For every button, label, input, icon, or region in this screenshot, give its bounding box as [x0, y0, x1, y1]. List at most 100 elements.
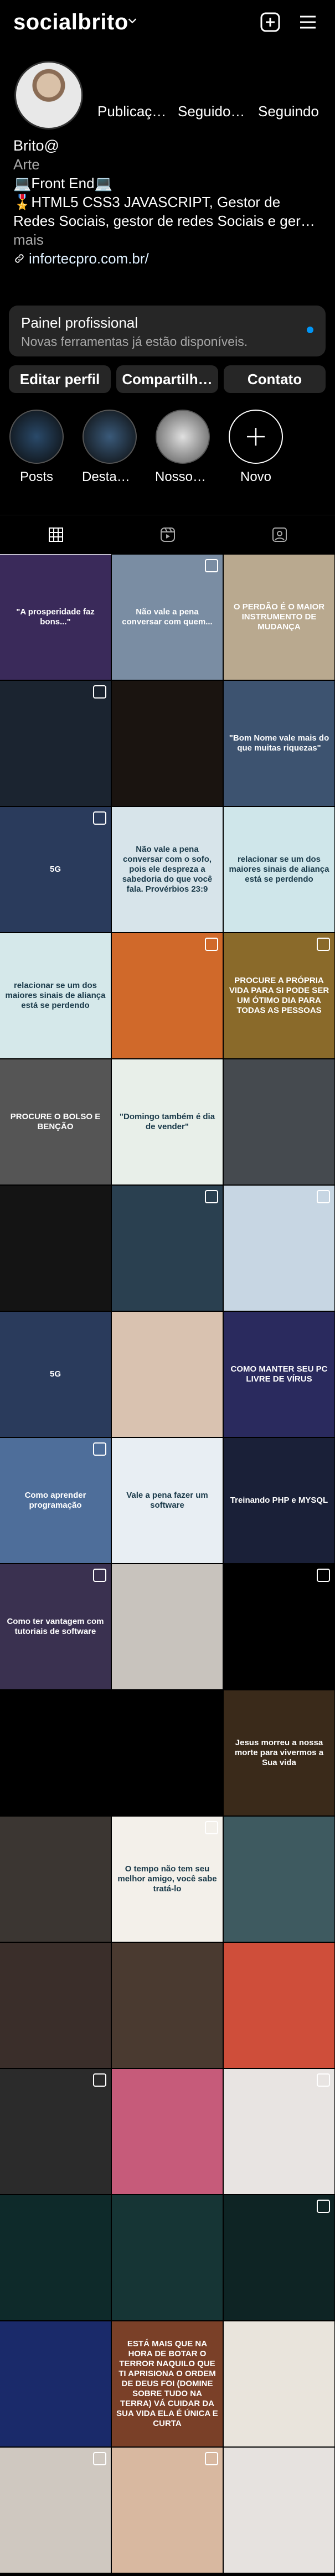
bio-line: 💻Front End💻: [13, 175, 112, 192]
post-thumbnail[interactable]: relacionar se um dos maiores sinais de a…: [224, 807, 334, 932]
account-username[interactable]: socialbrito: [13, 10, 128, 35]
post-thumbnail[interactable]: [112, 1312, 223, 1437]
post-thumbnail[interactable]: [112, 1186, 223, 1311]
tab-grid[interactable]: [0, 515, 111, 555]
post-thumbnail[interactable]: [224, 1943, 334, 2068]
carousel-icon: [93, 2452, 106, 2465]
post-thumbnail[interactable]: [0, 1186, 111, 1311]
carousel-icon: [317, 1190, 330, 1203]
post-thumbnail[interactable]: [112, 2448, 223, 2573]
post-thumbnail[interactable]: 5G: [0, 1312, 111, 1437]
post-thumbnail[interactable]: 5G: [0, 807, 111, 932]
post-thumbnail[interactable]: PROCURE A PRÓPRIA VIDA PARA SI PODE SER …: [224, 933, 334, 1058]
post-thumbnail[interactable]: [0, 1690, 111, 1815]
post-thumbnail[interactable]: [224, 2195, 334, 2320]
contact-button[interactable]: Contato: [224, 365, 326, 393]
post-thumbnail[interactable]: [224, 1186, 334, 1311]
highlight-destaques[interactable]: Destaques: [82, 410, 137, 485]
stat-followers[interactable]: Seguidor…: [178, 103, 250, 120]
post-caption-overlay: "Domingo também é dia de vender": [119, 1112, 215, 1131]
post-thumbnail[interactable]: [112, 933, 223, 1058]
post-thumbnail[interactable]: O PERDÃO É O MAIOR INSTRUMENTO DE MUDANÇ…: [224, 555, 334, 680]
post-thumbnail[interactable]: [0, 681, 111, 806]
carousel-icon: [317, 2073, 330, 2087]
post-thumbnail[interactable]: "A prosperidade faz bons...": [0, 555, 111, 680]
post-thumbnail[interactable]: [0, 2321, 111, 2446]
post-thumbnail[interactable]: Jesus morreu a nossa morte para vivermos…: [224, 1690, 334, 1815]
post-thumbnail[interactable]: Não vale a pena conversar com quem...: [112, 555, 223, 680]
chevron-down-icon[interactable]: [126, 14, 138, 27]
post-thumbnail[interactable]: Como aprender programação: [0, 1438, 111, 1563]
carousel-icon: [205, 1821, 218, 1834]
top-bar: socialbrito: [0, 0, 335, 51]
post-thumbnail[interactable]: [112, 2195, 223, 2320]
post-thumbnail[interactable]: [0, 2069, 111, 2194]
post-thumbnail[interactable]: O tempo não tem seu melhor amigo, você s…: [112, 1817, 223, 1942]
post-thumbnail[interactable]: [112, 1564, 223, 1689]
highlight-thumbnail: [83, 410, 137, 464]
post-thumbnail[interactable]: [0, 1817, 111, 1942]
post-thumbnail[interactable]: [0, 1943, 111, 2068]
highlight-posts[interactable]: Posts: [9, 410, 64, 485]
post-thumbnail[interactable]: COMO MANTER SEU PC LIVRE DE VÍRUS: [224, 1312, 334, 1437]
tab-reels[interactable]: [112, 515, 223, 554]
post-thumbnail[interactable]: [112, 2069, 223, 2194]
carousel-icon: [205, 559, 218, 572]
stat-following[interactable]: Seguindo: [258, 103, 330, 120]
create-post-icon[interactable]: [259, 11, 281, 33]
post-thumbnail[interactable]: [224, 2321, 334, 2446]
share-profile-button[interactable]: Compartilh…: [116, 365, 218, 393]
carousel-icon: [93, 685, 106, 699]
stat-posts[interactable]: Publicaç…: [97, 103, 169, 120]
post-thumbnail[interactable]: [224, 2069, 334, 2194]
post-thumbnail[interactable]: [112, 681, 223, 806]
post-caption-overlay: PROCURE A PRÓPRIA VIDA PARA SI PODE SER …: [229, 976, 329, 1015]
profile-link-text: infortecpro.com.br/: [29, 250, 149, 267]
post-caption-overlay: O tempo não tem seu melhor amigo, você s…: [117, 1864, 217, 1894]
post-thumbnail[interactable]: [0, 2448, 111, 2573]
edit-profile-button[interactable]: Editar perfil: [9, 365, 111, 393]
avatar[interactable]: [14, 61, 83, 130]
bio-more-link[interactable]: mais: [13, 230, 323, 249]
profile-link[interactable]: infortecpro.com.br/: [13, 249, 323, 268]
profile-name: Brito@: [13, 137, 59, 154]
post-thumbnail[interactable]: [224, 1564, 334, 1689]
post-thumbnail[interactable]: Vale a pena fazer um software: [112, 1438, 223, 1563]
post-caption-overlay: 5G: [49, 865, 61, 874]
carousel-icon: [205, 938, 218, 951]
post-thumbnail[interactable]: Não vale a pena conversar com o sofo, po…: [112, 807, 223, 932]
post-thumbnail[interactable]: ESTÁ MAIS QUE NA HORA DE BOTAR O TERROR …: [112, 2321, 223, 2446]
carousel-icon: [93, 1442, 106, 1456]
post-thumbnail[interactable]: [224, 1059, 334, 1184]
post-thumbnail[interactable]: Treinando PHP e MYSQL: [224, 1438, 334, 1563]
post-thumbnail[interactable]: relacionar se um dos maiores sinais de a…: [0, 933, 111, 1058]
post-thumbnail[interactable]: [224, 1817, 334, 1942]
highlight-label: Novo: [240, 469, 272, 484]
post-thumbnail[interactable]: [112, 1690, 223, 1815]
post-thumbnail[interactable]: [224, 2448, 334, 2573]
story-highlights: Posts Destaques Nossos pr… Novo: [9, 410, 330, 493]
post-caption-overlay: ESTÁ MAIS QUE NA HORA DE BOTAR O TERROR …: [116, 2339, 218, 2428]
post-caption-overlay: Vale a pena fazer um software: [126, 1491, 208, 1510]
post-thumbnail[interactable]: Como ter vantagem com tutoriais de softw…: [0, 1564, 111, 1689]
post-thumbnail[interactable]: [0, 2195, 111, 2320]
tagged-icon: [272, 527, 287, 542]
menu-icon[interactable]: [297, 11, 319, 33]
profile-tabs: [0, 515, 335, 555]
bio-line: Redes Sociais, gestor de redes Sociais e…: [13, 213, 315, 229]
post-caption-overlay: Treinando PHP e MYSQL: [230, 1496, 328, 1505]
post-thumbnail[interactable]: PROCURE O BOLSO E BENÇÃO: [0, 1059, 111, 1184]
post-thumbnail[interactable]: [112, 1943, 223, 2068]
plus-icon: [247, 428, 265, 446]
post-caption-overlay: 5G: [49, 1369, 61, 1379]
post-thumbnail[interactable]: "Bom Nome vale mais do que muitas riquez…: [224, 681, 334, 806]
carousel-icon: [93, 1569, 106, 1582]
professional-dashboard[interactable]: Painel profissional Novas ferramentas já…: [9, 306, 326, 356]
post-caption-overlay: Não vale a pena conversar com quem...: [122, 607, 213, 627]
highlight-new[interactable]: Novo: [228, 410, 284, 485]
post-caption-overlay: Não vale a pena conversar com o sofo, po…: [122, 845, 213, 894]
profile-bio: Brito@ Arte 💻Front End💻 🎖️HTML5 CSS3 JAV…: [13, 136, 323, 268]
tab-tagged[interactable]: [224, 515, 335, 554]
post-thumbnail[interactable]: "Domingo também é dia de vender": [112, 1059, 223, 1184]
highlight-nossos-produtos[interactable]: Nossos pr…: [155, 410, 210, 485]
